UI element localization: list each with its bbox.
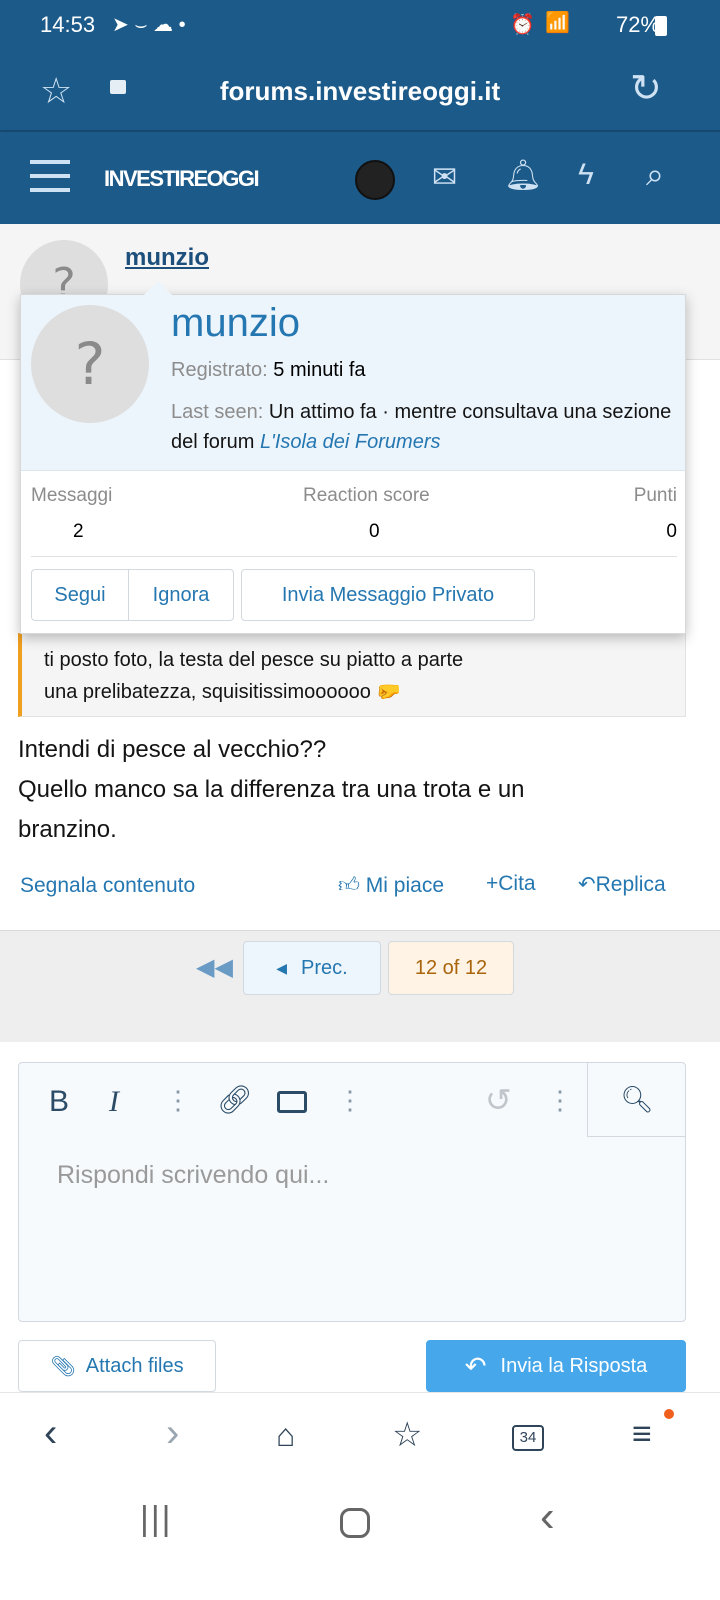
attach-files-button[interactable]: 📎︎ Attach files [18, 1340, 216, 1392]
reply-button[interactable]: ↶Replica [578, 872, 666, 897]
italic-button[interactable]: I [109, 1085, 119, 1119]
battery-icon [655, 16, 667, 36]
more-options-icon[interactable]: ⋮ [165, 1085, 191, 1116]
submit-label: Invia la Risposta [500, 1354, 648, 1377]
alarm-icon: ⏰ [510, 14, 535, 36]
reply-editor: B I ⋮ 🔗︎ ⋮ ↺ ⋮ 🔍︎ Rispondi scrivendo qui… [18, 1062, 686, 1322]
post-body: Intendi di pesce al vecchio?? Quello man… [18, 730, 525, 850]
member-name-link[interactable]: munzio [125, 244, 209, 272]
forum-section-link[interactable]: L'Isola dei Forumers [260, 431, 441, 453]
quote-button[interactable]: +Cita [486, 872, 536, 896]
stat-label: Reaction score [303, 485, 430, 506]
stat-value: 0 [369, 521, 380, 542]
popup-username[interactable]: munzio [171, 301, 300, 346]
post-line: Quello manco sa la differenza tra una tr… [18, 776, 525, 803]
undo-icon[interactable]: ↺ [485, 1081, 512, 1119]
ignore-button[interactable]: Ignora [128, 569, 234, 621]
paperclip-icon: 📎︎ [50, 1355, 76, 1378]
link-icon[interactable]: 🔗︎ [217, 1083, 253, 1116]
notification-dot [664, 1409, 674, 1419]
forum-logo[interactable]: INVESTIREOGGI [104, 166, 260, 192]
browser-toolbar: ‹ › ⌂ ☆ 34 ≡ [0, 1392, 720, 1482]
search-icon[interactable]: ⌕ [646, 156, 664, 194]
tabs-button[interactable]: 34 [512, 1425, 544, 1451]
popup-pointer [144, 281, 172, 295]
wifi-icon: 📶 [545, 12, 570, 34]
reply-label: Replica [595, 873, 666, 896]
more-options-icon[interactable]: ⋮ [547, 1085, 573, 1116]
battery-level: 72% [616, 12, 661, 37]
bookmarks-icon[interactable]: ☆ [392, 1415, 422, 1455]
quote-label: Cita [498, 872, 536, 895]
post-line: Intendi di pesce al vecchio?? [18, 736, 327, 763]
stat-label: Messaggi [31, 485, 113, 506]
forward-icon[interactable]: › [166, 1411, 179, 1456]
menu-icon[interactable]: ≡ [632, 1415, 652, 1454]
browser-url-bar: ☆ forums.investireoggi.it ↻ [0, 52, 720, 132]
stat-label: Punti [633, 485, 677, 506]
caret-left-icon: ◀ [276, 959, 288, 976]
url-field[interactable]: forums.investireoggi.it [0, 76, 720, 107]
recent-apps-icon[interactable]: ||| [140, 1500, 173, 1539]
thumbs-up-icon: 👍︎ [338, 874, 360, 897]
reply-arrow-icon: ↶ [464, 1350, 487, 1381]
bold-button[interactable]: B [49, 1085, 69, 1119]
last-seen-label: Last seen: [171, 401, 264, 423]
attach-label: Attach files [85, 1354, 184, 1377]
clock: 14:53 [40, 12, 96, 37]
member-tooltip: ? munzio Registrato: 5 minuti fa Last se… [20, 294, 686, 634]
forum-header: INVESTIREOGGI ✉ 🔔︎ ϟ ⌕ [0, 132, 720, 224]
quote-line: una prelibatezza, squisitissimoooooo [44, 681, 371, 703]
first-page-icon[interactable]: ◀◀ [196, 953, 233, 982]
follow-button[interactable]: Segui [31, 569, 129, 621]
reply-input[interactable]: Rispondi scrivendo qui... [57, 1161, 329, 1190]
system-nav-bar: ||| ‹ [0, 1482, 720, 1600]
like-label: Mi piace [365, 874, 444, 897]
quote-block: ti posto foto, la testa del pesce su pia… [18, 633, 686, 717]
telegram-icon: ➤ ⌣ ☁ • [112, 14, 186, 36]
private-message-button[interactable]: Invia Messaggio Privato [241, 569, 535, 621]
hamburger-menu-icon[interactable] [30, 160, 70, 192]
report-link[interactable]: Segnala contenuto [20, 874, 195, 898]
stat-value: 2 [73, 521, 84, 542]
smiley-icon: 🤛 [376, 681, 402, 703]
stat-value: 0 [666, 521, 677, 542]
lightning-icon[interactable]: ϟ [578, 158, 594, 192]
popup-avatar[interactable]: ? [31, 305, 149, 423]
pagination-bar: ◀◀ ◀ Prec. 12 of 12 [0, 930, 720, 1042]
post-line: branzino. [18, 816, 117, 843]
more-options-icon[interactable]: ⋮ [337, 1085, 363, 1116]
prev-page-button[interactable]: ◀ Prec. [243, 941, 381, 995]
reply-arrow-icon: ↶ [578, 873, 596, 896]
submit-reply-button[interactable]: ↶ Invia la Risposta [426, 1340, 686, 1392]
member-stats: Messaggi 2 Reaction score 0 Punti 0 [31, 485, 677, 557]
registered-value: 5 minuti fa [273, 359, 366, 381]
home-button-icon[interactable] [340, 1508, 370, 1538]
registered-label: Registrato: [171, 359, 268, 381]
bell-icon[interactable]: 🔔︎ [504, 158, 542, 193]
like-button[interactable]: 👍︎ Mi piace [338, 872, 444, 898]
preview-icon[interactable]: 🔍︎ [587, 1063, 686, 1137]
mail-icon[interactable]: ✉ [432, 160, 457, 195]
quote-line: ti posto foto, la testa del pesce su pia… [44, 649, 464, 671]
user-avatar[interactable] [355, 160, 395, 200]
image-icon[interactable] [277, 1091, 307, 1113]
back-icon[interactable]: ‹ [44, 1411, 57, 1456]
prev-label: Prec. [301, 956, 348, 979]
plus-icon: + [486, 872, 499, 895]
status-bar: 14:53 ➤ ⌣ ☁ • ⏰ 📶 72% [0, 0, 720, 52]
system-back-icon[interactable]: ‹ [540, 1492, 555, 1542]
reload-icon[interactable]: ↻ [630, 66, 662, 111]
current-page[interactable]: 12 of 12 [388, 941, 514, 995]
home-icon[interactable]: ⌂ [276, 1417, 295, 1454]
